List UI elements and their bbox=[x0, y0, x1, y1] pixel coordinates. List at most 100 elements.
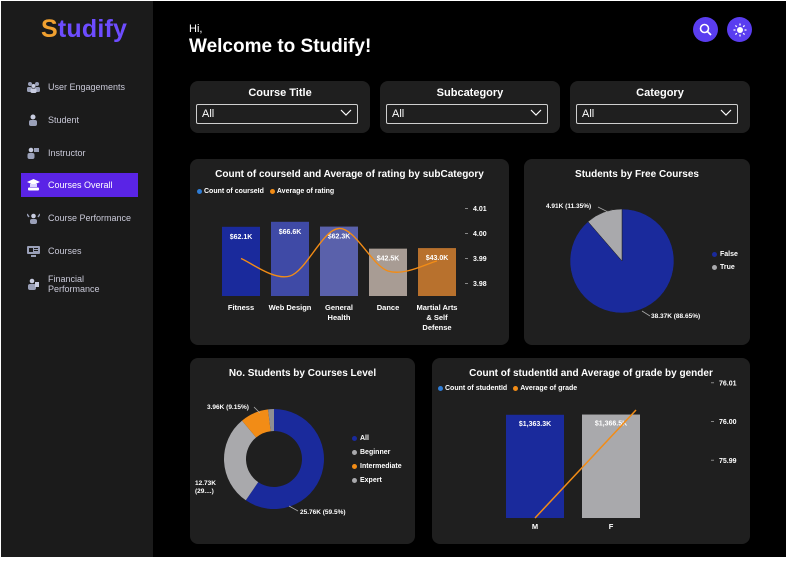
x-tick-label: & Self bbox=[426, 313, 448, 322]
theme-toggle-button[interactable] bbox=[727, 17, 752, 42]
y-tick-label: 75.99 bbox=[719, 458, 737, 465]
filter-subcategory: Subcategory All bbox=[380, 81, 560, 133]
legend-item: True bbox=[712, 261, 738, 275]
subcategory-select[interactable]: All bbox=[386, 104, 548, 124]
dashboard-window: Studify User Engagements Student Instruc… bbox=[1, 1, 786, 557]
data-label: $1,363.3K bbox=[519, 421, 551, 428]
logo-text: tudify bbox=[57, 15, 128, 43]
legend-item: All bbox=[352, 432, 402, 446]
x-tick-label: Web Design bbox=[269, 303, 312, 312]
category-select[interactable]: All bbox=[576, 104, 738, 124]
course-title-select[interactable]: All bbox=[196, 104, 358, 124]
courses-icon bbox=[26, 244, 40, 258]
x-tick-label: Dance bbox=[377, 303, 400, 312]
chart-legend: False True bbox=[712, 248, 738, 275]
chart-courses-by-subcategory: Count of courseId and Average of rating … bbox=[190, 159, 509, 345]
legend-item: Intermediate bbox=[352, 460, 402, 474]
data-label: 38.37K (88.65%) bbox=[651, 313, 700, 320]
y-tick-label: 4.01 bbox=[473, 206, 487, 213]
x-tick-label: Martial Arts bbox=[417, 303, 458, 312]
legend-label: False bbox=[720, 251, 738, 258]
x-tick-label: F bbox=[609, 522, 614, 531]
filter-title: Course Title bbox=[248, 87, 312, 99]
sidebar-item-label: Financial Performance bbox=[48, 274, 100, 294]
sidebar-item-label: Instructor bbox=[48, 148, 86, 158]
select-value: All bbox=[392, 108, 405, 120]
select-value: All bbox=[582, 108, 595, 120]
data-label: 12.73K bbox=[195, 480, 216, 487]
sidebar-item-label: Courses Overall bbox=[48, 180, 113, 190]
filter-title: Category bbox=[636, 87, 684, 99]
chevron-down-icon bbox=[530, 109, 542, 116]
sidebar-item-label: Course Performance bbox=[48, 213, 132, 223]
search-button[interactable] bbox=[693, 17, 718, 42]
data-label: $62.3K bbox=[328, 234, 351, 241]
legend-label: Expert bbox=[360, 477, 382, 484]
chart-students-by-gender: Count of studentId and Average of grade … bbox=[432, 358, 750, 544]
theme-toggle-icon bbox=[733, 23, 746, 36]
sidebar-item-label: Courses bbox=[48, 246, 82, 256]
student-icon bbox=[26, 113, 40, 127]
bar-line-chart: $1,363.3KM$1,366.5KF76.0176.0075.99 bbox=[506, 380, 737, 531]
filter-course-title: Course Title All bbox=[190, 81, 370, 133]
sidebar: Studify User Engagements Student Instruc… bbox=[1, 1, 153, 557]
legend-label: True bbox=[720, 264, 735, 271]
select-value: All bbox=[202, 108, 215, 120]
legend-label: Intermediate bbox=[360, 463, 402, 470]
instructor-icon bbox=[26, 146, 40, 160]
search-icon bbox=[699, 23, 712, 36]
y-tick-label: 3.99 bbox=[473, 256, 487, 263]
chevron-down-icon bbox=[720, 109, 732, 116]
chevron-down-icon bbox=[340, 109, 352, 116]
filter-category: Category All bbox=[570, 81, 750, 133]
leader-line bbox=[288, 505, 299, 512]
leader-line bbox=[641, 310, 651, 317]
users-icon bbox=[26, 80, 40, 94]
courses-overall-icon bbox=[26, 178, 40, 192]
legend-item: Beginner bbox=[352, 446, 402, 460]
x-tick-label: Defense bbox=[422, 323, 451, 332]
studify-logo[interactable]: Studify bbox=[41, 15, 127, 44]
y-tick-label: 3.98 bbox=[473, 281, 487, 288]
data-label: 4.91K (11.35%) bbox=[546, 203, 591, 210]
data-label: (29....) bbox=[195, 488, 214, 495]
sidebar-item-financial-performance[interactable]: Financial Performance bbox=[21, 272, 138, 296]
data-label: 3.96K (9.15%) bbox=[207, 404, 249, 411]
sidebar-item-courses[interactable]: Courses bbox=[21, 239, 138, 263]
legend-item: False bbox=[712, 248, 738, 262]
data-label: $62.1K bbox=[230, 234, 253, 241]
greeting-text: Hi, bbox=[189, 23, 203, 35]
y-tick-label: 4.00 bbox=[473, 231, 487, 238]
sidebar-item-label: Student bbox=[48, 115, 80, 125]
x-tick-label: Health bbox=[328, 313, 351, 322]
sidebar-item-courses-overall[interactable]: Courses Overall bbox=[21, 173, 138, 197]
sidebar-item-label: User Engagements bbox=[48, 82, 126, 92]
filter-title: Subcategory bbox=[436, 87, 504, 99]
sidebar-item-instructor[interactable]: Instructor bbox=[21, 141, 138, 165]
sidebar-item-user-engagements[interactable]: User Engagements bbox=[21, 75, 138, 99]
data-label: $66.6K bbox=[279, 229, 302, 236]
x-tick-label: M bbox=[532, 522, 538, 531]
legend-label: All bbox=[360, 435, 369, 442]
finance-icon bbox=[26, 277, 40, 291]
bar-line-chart: $62.1K Fitness $66.6K Web Design $62.3K Gener… bbox=[222, 206, 487, 332]
bar bbox=[582, 414, 640, 518]
sidebar-item-student[interactable]: Student bbox=[21, 108, 138, 132]
leader-line bbox=[597, 206, 609, 213]
performance-icon bbox=[26, 211, 40, 225]
data-label: 25.76K (59.5%) bbox=[300, 509, 346, 516]
x-tick-label: General bbox=[325, 303, 353, 312]
legend-item: Expert bbox=[352, 474, 402, 488]
page-title: Welcome to Studify! bbox=[189, 36, 372, 57]
main-content: Hi, Welcome to Studify! Course Title All… bbox=[153, 1, 786, 557]
bar bbox=[506, 414, 564, 518]
chart-students-by-level: No. Students by Courses Level 3.96K (9.1… bbox=[190, 358, 415, 544]
chart-students-by-free-courses: Students by Free Courses 4.91K (11.35%) 3… bbox=[524, 159, 750, 345]
sidebar-item-course-performance[interactable]: Course Performance bbox=[21, 206, 138, 230]
legend-label: Beginner bbox=[360, 449, 391, 456]
y-tick-label: 76.01 bbox=[719, 380, 737, 387]
y-tick-label: 76.00 bbox=[719, 419, 737, 426]
data-label: $42.5K bbox=[377, 256, 400, 263]
chart-legend: All Beginner Intermediate Expert bbox=[352, 432, 402, 488]
x-tick-label: Fitness bbox=[228, 303, 254, 312]
